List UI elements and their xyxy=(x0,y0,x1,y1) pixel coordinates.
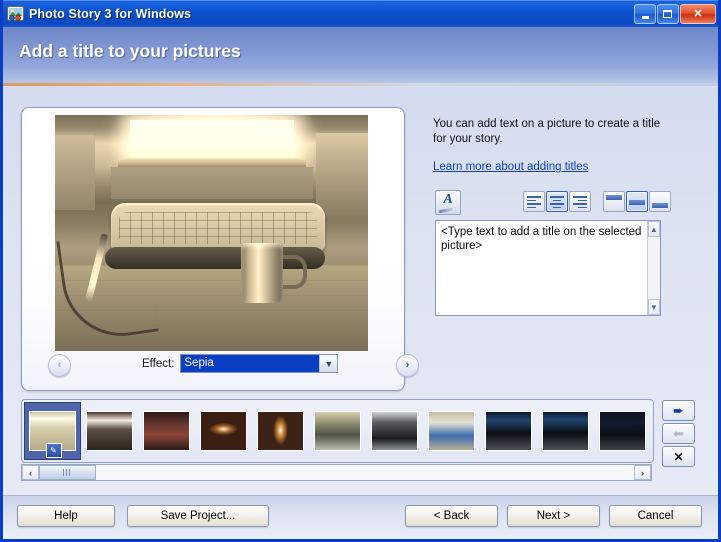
close-x-icon: ✕ xyxy=(673,450,683,464)
effect-row: Effect: Sepia ▼ xyxy=(142,354,338,373)
thumbnail-item[interactable]: ✎ xyxy=(24,402,81,460)
save-project-button[interactable]: Save Project... xyxy=(127,505,269,527)
cancel-button[interactable]: Cancel xyxy=(609,505,702,527)
move-picture-left-button[interactable]: ⬅ xyxy=(662,423,695,444)
thumbnail-image xyxy=(257,411,304,451)
font-a-icon: A xyxy=(436,192,460,208)
effect-select[interactable]: Sepia ▼ xyxy=(180,354,338,373)
filmstrip[interactable]: ✎ xyxy=(21,399,654,463)
effect-selected-value: Sepia xyxy=(181,355,319,372)
scroll-right-button[interactable]: › xyxy=(634,465,651,480)
photo-wall xyxy=(111,167,313,199)
thumbnail-item[interactable] xyxy=(537,402,594,460)
text-format-toolbar: A xyxy=(435,191,663,214)
scrollbar-thumb[interactable] xyxy=(39,465,96,480)
pen-icon xyxy=(439,208,453,213)
window-title: Photo Story 3 for Windows xyxy=(29,7,633,21)
thumbnail-image xyxy=(599,411,646,451)
align-middle-icon xyxy=(629,200,645,205)
effect-label: Effect: xyxy=(142,358,174,370)
align-center-button[interactable] xyxy=(546,191,568,212)
thumbnail-item[interactable] xyxy=(195,402,252,460)
text-style-button[interactable]: A xyxy=(435,190,461,215)
filmstrip-scrollbar[interactable]: ‹ › xyxy=(21,464,652,481)
thumbnail-image xyxy=(542,411,589,451)
next-picture-button[interactable]: › xyxy=(396,354,419,377)
picture-preview-panel: ‹ › Effect: Sepia ▼ xyxy=(21,107,405,391)
arrow-left-icon: ⬅ xyxy=(673,426,684,442)
filmstrip-track: ✎ xyxy=(24,402,651,460)
content-area: ‹ › Effect: Sepia ▼ You can add text on … xyxy=(3,89,718,539)
maximize-button[interactable] xyxy=(657,4,679,24)
photo-left-object xyxy=(55,135,95,210)
arrow-right-icon: ➨ xyxy=(673,403,684,419)
align-top-button[interactable] xyxy=(603,191,625,212)
scrollbar-track[interactable] xyxy=(39,465,634,480)
thumbnail-item[interactable] xyxy=(480,402,537,460)
delete-picture-button[interactable]: ✕ xyxy=(662,446,695,467)
thumbnail-image xyxy=(143,411,190,451)
move-picture-right-button[interactable]: ➨ xyxy=(662,400,695,421)
align-bottom-icon xyxy=(652,203,668,208)
thumbnail-image xyxy=(86,411,133,451)
align-left-icon xyxy=(527,196,541,210)
header-divider xyxy=(3,83,718,86)
title-text-input[interactable]: <Type text to add a title on the selecte… xyxy=(435,220,661,316)
photo-story-icon xyxy=(7,5,24,22)
scroll-left-button[interactable]: ‹ xyxy=(22,465,39,480)
intro-text: You can add text on a picture to create … xyxy=(433,117,668,147)
minimize-button[interactable] xyxy=(634,4,656,24)
close-icon: ✕ xyxy=(681,5,715,23)
photo-window-sill xyxy=(118,158,306,167)
title-text-scrollbar[interactable]: ▲ ▼ xyxy=(647,221,660,315)
learn-more-link[interactable]: Learn more about adding titles xyxy=(433,161,588,173)
title-instructions: You can add text on a picture to create … xyxy=(433,117,668,175)
title-text-value[interactable]: <Type text to add a title on the selecte… xyxy=(436,221,647,315)
scroll-down-icon[interactable]: ▼ xyxy=(648,299,660,315)
page-header: Add a title to your pictures xyxy=(3,27,718,83)
align-top-icon xyxy=(606,195,622,200)
scroll-up-icon[interactable]: ▲ xyxy=(648,221,660,237)
align-left-button[interactable] xyxy=(523,191,545,212)
photo-right-object xyxy=(316,133,368,219)
thumbnail-item[interactable] xyxy=(309,402,366,460)
thumbnail-item[interactable] xyxy=(138,402,195,460)
align-center-icon xyxy=(550,196,564,210)
thumbnail-image xyxy=(428,411,475,451)
preview-photo xyxy=(55,115,368,351)
back-button[interactable]: < Back xyxy=(405,505,498,527)
thumbnail-item[interactable] xyxy=(252,402,309,460)
align-middle-button[interactable] xyxy=(626,191,648,212)
dialog-button-bar: Help Save Project... < Back Next > Cance… xyxy=(3,495,718,539)
photo-mug xyxy=(241,243,283,303)
align-bottom-button[interactable] xyxy=(649,191,671,212)
grip-icon xyxy=(63,469,72,476)
thumbnail-image xyxy=(485,411,532,451)
photo-window-pane xyxy=(130,120,294,158)
next-button[interactable]: Next > xyxy=(507,505,600,527)
title-bar: Photo Story 3 for Windows ✕ xyxy=(3,0,718,27)
photo-story-window: Photo Story 3 for Windows ✕ Add a title … xyxy=(0,0,721,542)
thumbnail-image xyxy=(314,411,361,451)
align-right-icon xyxy=(573,196,587,210)
picture-preview[interactable] xyxy=(55,115,368,351)
thumbnail-item[interactable] xyxy=(594,402,651,460)
chevron-down-icon[interactable]: ▼ xyxy=(319,355,337,372)
previous-picture-button[interactable]: ‹ xyxy=(48,354,71,377)
thumbnail-item[interactable] xyxy=(423,402,480,460)
photo-mug-handle xyxy=(279,255,307,289)
close-button[interactable]: ✕ xyxy=(680,4,716,24)
chevron-right-icon: › xyxy=(397,355,418,376)
thumbnail-image xyxy=(200,411,247,451)
thumbnail-item[interactable] xyxy=(81,402,138,460)
edit-badge-icon: ✎ xyxy=(46,443,62,458)
align-right-button[interactable] xyxy=(569,191,591,212)
thumbnail-item[interactable] xyxy=(366,402,423,460)
thumbnail-image xyxy=(371,411,418,451)
page-title: Add a title to your pictures xyxy=(19,41,241,62)
help-button[interactable]: Help xyxy=(17,505,115,527)
chevron-left-icon: ‹ xyxy=(49,355,70,376)
